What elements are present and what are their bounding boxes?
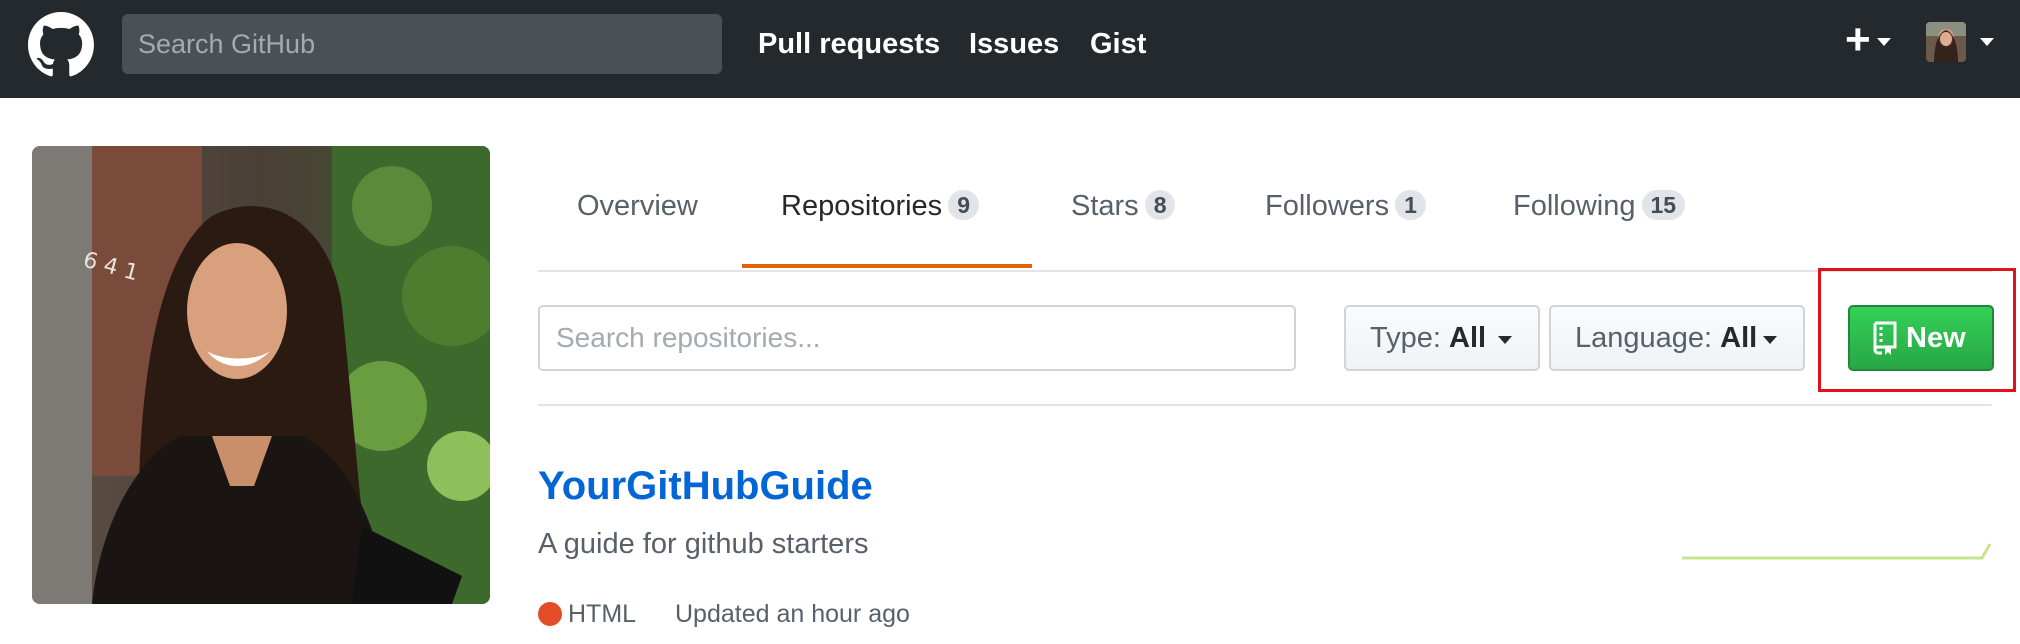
- tab-followers[interactable]: Followers 1: [1265, 186, 1426, 226]
- language-caret-down-icon: [1763, 336, 1777, 344]
- github-logo-icon[interactable]: [28, 12, 94, 78]
- tab-stars-label: Stars: [1071, 190, 1139, 222]
- language-filter-value: All: [1720, 322, 1758, 354]
- type-caret-down-icon: [1498, 336, 1512, 344]
- type-filter-label: Type:: [1370, 322, 1441, 354]
- tab-following[interactable]: Following 15: [1513, 186, 1686, 226]
- global-header: Pull requests Issues Gist +: [0, 0, 2020, 98]
- profile-photo-image: 6 4 1: [32, 146, 490, 604]
- tab-following-label: Following: [1513, 190, 1636, 222]
- create-new-dropdown[interactable]: +: [1845, 16, 1905, 64]
- tab-repositories-label: Repositories: [781, 190, 943, 222]
- nav-issues[interactable]: Issues: [969, 26, 1059, 62]
- repo-updated-time: Updated an hour ago: [675, 600, 910, 628]
- tab-overview[interactable]: Overview: [577, 186, 698, 226]
- language-color-dot: [538, 602, 562, 626]
- caret-down-icon: [1877, 38, 1891, 46]
- nav-gist[interactable]: Gist: [1090, 26, 1146, 62]
- tabs-divider: [538, 270, 1992, 272]
- tab-stars[interactable]: Stars 8: [1071, 186, 1176, 226]
- user-avatar-menu[interactable]: [1926, 22, 1966, 62]
- repo-name-link[interactable]: YourGitHubGuide: [538, 462, 873, 510]
- tab-repositories[interactable]: Repositories 9: [781, 186, 979, 226]
- repositories-count-badge: 9: [948, 190, 979, 220]
- avatar-image: [1926, 22, 1966, 62]
- repo-description: A guide for github starters: [538, 528, 869, 560]
- avatar-caret-down-icon[interactable]: [1980, 38, 1994, 46]
- profile-photo: 6 4 1: [32, 146, 490, 604]
- type-filter-dropdown[interactable]: Type: All: [1344, 305, 1540, 371]
- filter-divider: [538, 404, 1992, 406]
- following-count-badge: 15: [1641, 190, 1686, 220]
- highlight-annotation-box: [1818, 268, 2016, 392]
- tab-followers-label: Followers: [1265, 190, 1390, 222]
- tab-overview-label: Overview: [577, 190, 698, 222]
- nav-pull-requests[interactable]: Pull requests: [758, 26, 940, 62]
- active-tab-underline: [742, 264, 1032, 268]
- followers-count-badge: 1: [1395, 190, 1426, 220]
- language-filter-label: Language:: [1575, 322, 1713, 354]
- type-filter-value: All: [1449, 322, 1487, 354]
- global-search-input[interactable]: [122, 14, 722, 74]
- repository-search-input[interactable]: [538, 305, 1296, 371]
- repo-language: HTML: [568, 600, 637, 628]
- plus-icon: +: [1845, 15, 1871, 64]
- activity-sparkline: [1682, 543, 1992, 560]
- language-filter-dropdown[interactable]: Language: All: [1549, 305, 1805, 371]
- stars-count-badge: 8: [1144, 190, 1176, 220]
